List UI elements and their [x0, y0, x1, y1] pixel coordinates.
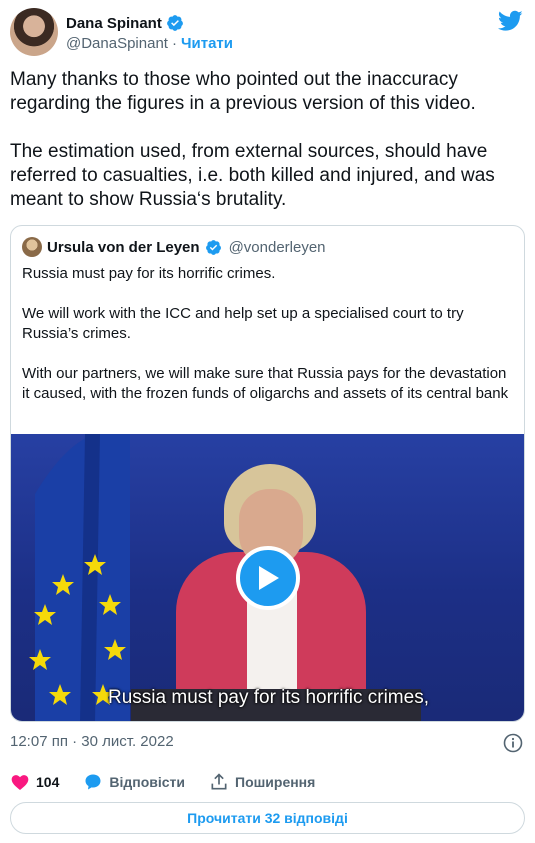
play-icon [259, 566, 279, 590]
info-icon[interactable] [503, 733, 523, 753]
share-icon [211, 773, 227, 790]
author-name-line: Dana Spinant [66, 14, 184, 32]
follow-link[interactable]: Читати [181, 35, 233, 52]
tweet-meta: 12:07 пп · 30 лист. 2022 [10, 733, 525, 753]
like-button[interactable]: 104 [10, 772, 59, 792]
reply-label: Відповісти [109, 774, 185, 790]
verified-badge-icon [205, 239, 221, 255]
author-avatar[interactable] [10, 8, 58, 56]
quoted-handle: @vonderleyen [228, 238, 326, 256]
tweet-header: Dana Spinant @DanaSpinant · Читати [10, 8, 525, 58]
share-label: Поширення [235, 774, 316, 790]
separator-dot: · [171, 35, 177, 52]
author-handle-line: @DanaSpinant · Читати [66, 35, 233, 52]
share-button[interactable]: Поширення [209, 772, 315, 792]
tweet-timestamp[interactable]: 12:07 пп · 30 лист. 2022 [10, 733, 174, 750]
tweet-text: Many thanks to those who pointed out the… [10, 69, 495, 210]
reply-bubble-icon [85, 774, 101, 790]
quoted-text: Russia must pay for its horrific crimes.… [22, 265, 509, 402]
verified-badge-icon [166, 15, 183, 31]
tweet-actions: 104 Відповісти Поширення [10, 770, 525, 794]
author-handle[interactable]: @DanaSpinant [66, 35, 168, 52]
quoted-avatar [22, 237, 42, 257]
quoted-tweet[interactable]: Ursula von der Leyen @vonderleyen Russia… [10, 225, 525, 722]
quoted-display-name: Ursula von der Leyen [47, 238, 200, 256]
quoted-header: Ursula von der Leyen @vonderleyen [22, 237, 326, 257]
eu-flag-image [29, 434, 130, 721]
heart-icon [11, 775, 29, 790]
reply-button[interactable]: Відповісти [83, 772, 185, 792]
read-replies-button[interactable]: Прочитати 32 відповіді [10, 802, 525, 834]
author-display-name[interactable]: Dana Spinant [66, 15, 162, 32]
video-player[interactable]: Russia must pay for its horrific crimes, [11, 434, 524, 721]
play-button[interactable] [236, 546, 300, 610]
twitter-bird-icon[interactable] [498, 10, 523, 32]
video-caption: Russia must pay for its horrific crimes, [108, 687, 429, 708]
like-count: 104 [36, 774, 60, 790]
